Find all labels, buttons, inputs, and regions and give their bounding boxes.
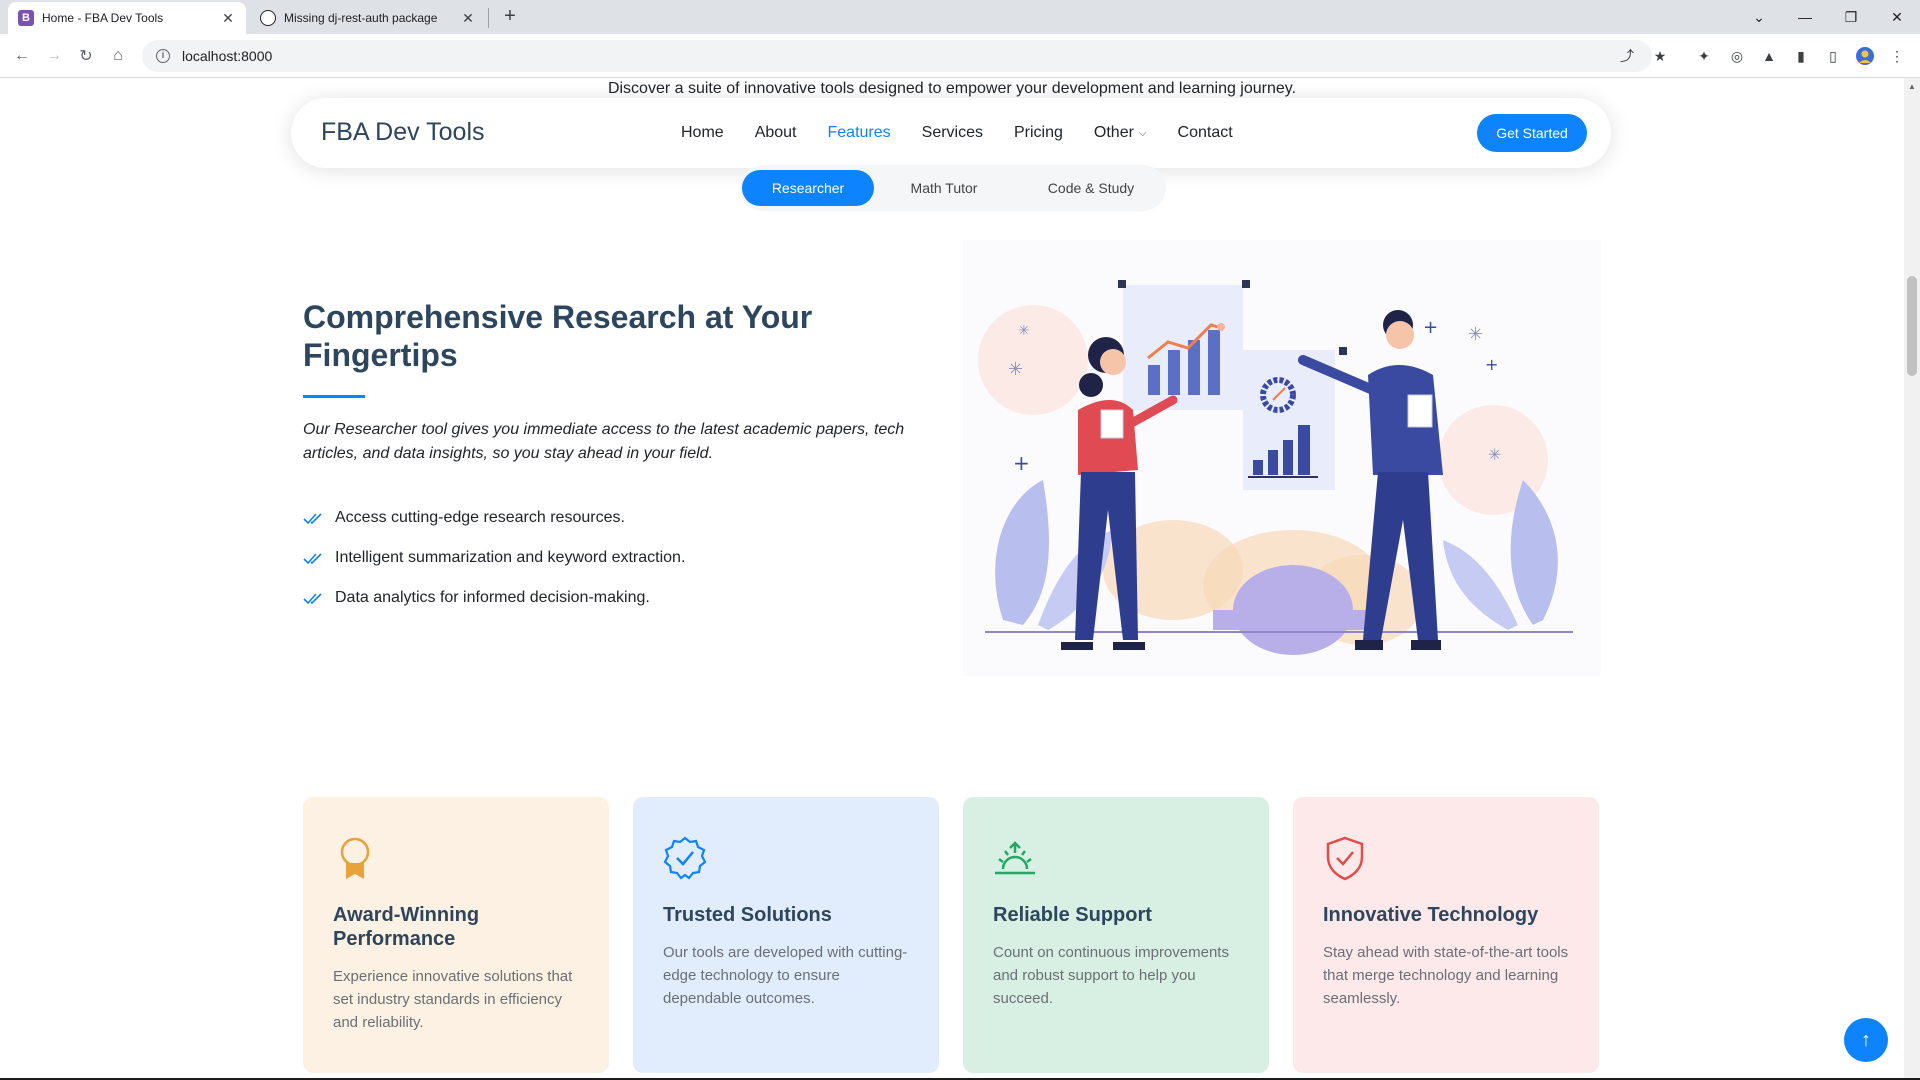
profile-avatar-icon[interactable] xyxy=(1855,46,1875,66)
feature-card-innovative: Innovative Technology Stay ahead with st… xyxy=(1293,797,1599,1073)
back-icon[interactable]: ← xyxy=(10,44,34,68)
card-text: Our tools are developed with cutting-edg… xyxy=(663,944,908,1007)
research-illustration: ✳ ✳ + ✳ + + ✳ xyxy=(963,240,1601,676)
list-item-text: Access cutting-edge research resources. xyxy=(335,509,625,526)
nav-about[interactable]: About xyxy=(755,124,797,142)
tab-math-tutor[interactable]: Math Tutor xyxy=(878,170,1010,206)
feature-list: Access cutting-edge research resources. … xyxy=(303,498,903,618)
svg-text:+: + xyxy=(1423,317,1438,338)
nav-home[interactable]: Home xyxy=(681,124,724,142)
svg-text:+: + xyxy=(1485,355,1498,374)
list-item: Intelligent summarization and keyword ex… xyxy=(303,538,903,578)
list-item: Access cutting-edge research resources. xyxy=(303,498,903,538)
site-header: FBA Dev Tools Home About Features Servic… xyxy=(291,98,1611,168)
nav-other-label: Other xyxy=(1093,124,1134,141)
feature-card-support: Reliable Support Count on continuous imp… xyxy=(963,797,1269,1073)
card-text: Experience innovative solutions that set… xyxy=(333,968,573,1031)
award-icon xyxy=(340,837,370,879)
scroll-up-icon[interactable]: ▲ xyxy=(1908,82,1916,91)
tab-title: Missing dj-rest-auth package xyxy=(284,11,438,25)
extension-icon[interactable]: ▲ xyxy=(1759,46,1779,66)
nav-contact[interactable]: Contact xyxy=(1178,124,1233,142)
site-logo[interactable]: FBA Dev Tools xyxy=(321,118,485,147)
tab-code-study[interactable]: Code & Study xyxy=(1018,170,1164,206)
close-tab-icon[interactable]: ✕ xyxy=(220,10,236,27)
svg-text:✳: ✳ xyxy=(1468,324,1483,345)
reload-icon[interactable]: ↻ xyxy=(74,44,98,68)
card-text: Count on continuous improvements and rob… xyxy=(993,944,1229,1007)
close-window-icon[interactable]: ✕ xyxy=(1874,0,1920,34)
feature-card-trusted: Trusted Solutions Our tools are develope… xyxy=(633,797,939,1073)
arrow-up-icon: ↑ xyxy=(1861,1028,1871,1051)
page-scrollbar[interactable]: ▲ xyxy=(1904,78,1920,1080)
menu-icon[interactable]: ⋮ xyxy=(1887,46,1907,66)
list-item-text: Intelligent summarization and keyword ex… xyxy=(335,549,686,566)
card-title: Reliable Support xyxy=(993,904,1152,926)
forward-icon[interactable]: → xyxy=(42,44,66,68)
svg-text:✳: ✳ xyxy=(1488,445,1501,464)
main-nav: Home About Features Services Pricing Oth… xyxy=(681,98,1264,168)
shield-check-icon xyxy=(1326,836,1364,881)
nav-other-dropdown[interactable]: Other ⌵ xyxy=(1094,124,1147,142)
card-title: Innovative Technology xyxy=(1323,904,1539,926)
card-title: Award-Winning Performance xyxy=(333,904,480,950)
check-all-icon xyxy=(303,593,322,605)
svg-text:✳: ✳ xyxy=(1008,359,1023,380)
chevron-down-icon: ⌵ xyxy=(1138,127,1147,139)
site-info-icon[interactable]: i xyxy=(156,49,170,63)
tab-search-icon[interactable]: ⌄ xyxy=(1736,0,1782,34)
check-all-icon xyxy=(303,513,322,525)
close-tab-icon[interactable]: ✕ xyxy=(460,10,476,27)
feature-card-award: Award-Winning Performance Experience inn… xyxy=(303,797,609,1073)
section-heading: Comprehensive Research at Your Fingertip… xyxy=(303,299,813,373)
share-icon[interactable]: ⤴ xyxy=(1617,46,1637,66)
svg-text:✳: ✳ xyxy=(1018,323,1030,339)
tab-researcher[interactable]: Researcher xyxy=(742,170,874,206)
address-text: localhost:8000 xyxy=(182,48,273,64)
scrollbar-thumb[interactable] xyxy=(1907,276,1917,376)
tab-divider xyxy=(488,8,489,28)
extensions-icon[interactable]: ✦ xyxy=(1694,46,1714,66)
browser-tab-active[interactable]: B Home - FBA Dev Tools ✕ xyxy=(8,2,246,34)
card-text: Stay ahead with state-of-the-art tools t… xyxy=(1323,944,1569,1007)
extension-icon[interactable]: ◎ xyxy=(1727,46,1747,66)
patch-check-icon xyxy=(663,836,707,880)
home-icon[interactable]: ⌂ xyxy=(106,44,130,68)
list-item-text: Data analytics for informed decision-mak… xyxy=(335,589,650,606)
restore-icon[interactable]: ❐ xyxy=(1828,0,1874,34)
heading-underline xyxy=(303,395,365,398)
intro-text: Discover a suite of innovative tools des… xyxy=(607,80,1297,97)
minimize-icon[interactable]: — xyxy=(1782,0,1828,34)
people-presenting-chart-illustration: ✳ ✳ + ✳ + + ✳ xyxy=(978,280,1573,655)
bootstrap-favicon-icon: B xyxy=(18,10,34,26)
page-viewport: Discover a suite of innovative tools des… xyxy=(0,78,1904,1078)
get-started-button[interactable]: Get Started xyxy=(1477,114,1587,152)
openai-favicon-icon xyxy=(260,10,276,26)
new-tab-icon[interactable]: + xyxy=(498,5,522,29)
bookmark-icon[interactable]: ★ xyxy=(1650,46,1670,66)
back-to-top-button[interactable]: ↑ xyxy=(1844,1018,1888,1062)
section-lead: Our Researcher tool gives you immediate … xyxy=(303,421,905,462)
nav-pricing[interactable]: Pricing xyxy=(1014,124,1063,142)
nav-features[interactable]: Features xyxy=(828,124,891,142)
bookmark-icon[interactable]: ▮ xyxy=(1791,46,1811,66)
browser-toolbar: ← → ↻ ⌂ i localhost:8000 ⤴ ★ ✦ ◎ ▲ ▮ ▯ ⋮ xyxy=(0,34,1920,78)
feature-tabs: Researcher Math Tutor Code & Study xyxy=(740,165,1166,211)
list-item: Data analytics for informed decision-mak… xyxy=(303,578,903,618)
check-all-icon xyxy=(303,553,322,565)
nav-services[interactable]: Services xyxy=(922,124,983,142)
tab-title: Home - FBA Dev Tools xyxy=(42,11,164,25)
svg-text:+: + xyxy=(1013,451,1030,475)
card-title: Trusted Solutions xyxy=(663,904,832,926)
browser-tab[interactable]: Missing dj-rest-auth package ✕ xyxy=(250,2,486,34)
sunrise-icon xyxy=(995,841,1035,875)
address-bar[interactable]: i localhost:8000 xyxy=(142,40,1652,72)
browser-tab-strip: B Home - FBA Dev Tools ✕ Missing dj-rest… xyxy=(0,0,1920,34)
side-panel-icon[interactable]: ▯ xyxy=(1823,46,1843,66)
